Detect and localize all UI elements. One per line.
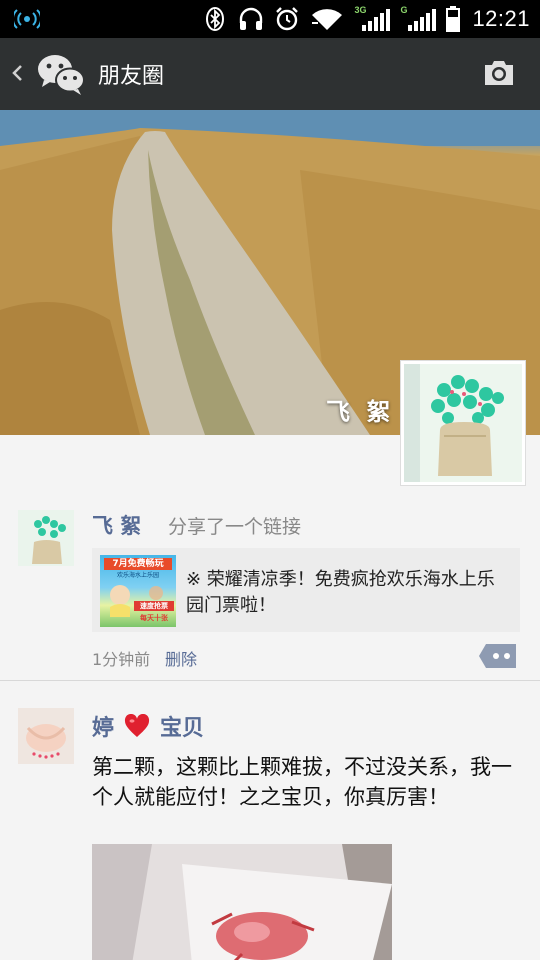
wechat-logo-icon[interactable] bbox=[36, 52, 86, 96]
sim1-signal-icon: 3G bbox=[354, 5, 391, 33]
post-time: 1分钟前 bbox=[92, 650, 151, 669]
clock: 12:21 bbox=[472, 6, 530, 31]
comment-icon bbox=[479, 644, 516, 668]
link-title: ※ 荣耀清凉季！免费疯抢欢乐海水上乐园门票啦！ bbox=[186, 569, 495, 616]
page-title: 朋友圈 bbox=[98, 64, 165, 89]
title-bar: 朋友圈 bbox=[0, 38, 540, 110]
post-photo[interactable] bbox=[92, 844, 392, 960]
post-action-text: 分享了一个链接 bbox=[168, 516, 302, 538]
battery-icon bbox=[446, 6, 461, 32]
back-chevron-icon[interactable] bbox=[10, 58, 26, 88]
post-author-name[interactable]: 飞 絮 bbox=[92, 510, 141, 540]
heart-icon bbox=[125, 714, 150, 737]
link-thumbnail: 7月免费畅玩 欢乐海水上乐园 速度抢票 每天十张 bbox=[100, 555, 176, 627]
post-text: 第二颗，这颗比上颗难拔，不过没关系，我一个人就能应付！之之宝贝，你真厉害！ bbox=[92, 755, 512, 809]
post-author-avatar[interactable] bbox=[18, 708, 74, 764]
bluetooth-icon bbox=[202, 6, 228, 32]
alarm-icon bbox=[274, 6, 300, 32]
wifi-signal-icon bbox=[310, 6, 344, 32]
comment-button[interactable] bbox=[478, 642, 518, 670]
headphones-icon bbox=[238, 6, 264, 32]
wifi-hotspot-icon bbox=[11, 8, 43, 30]
post-author-avatar[interactable] bbox=[18, 510, 74, 566]
cover-user-name: 飞 絮 bbox=[326, 398, 395, 426]
profile-avatar[interactable] bbox=[400, 360, 526, 486]
status-bar: 3G G 12:21 bbox=[0, 0, 540, 38]
post-author-name[interactable]: 婷 宝贝 bbox=[92, 710, 204, 742]
shared-link-card[interactable]: 7月免费畅玩 欢乐海水上乐园 速度抢票 每天十张 ※ 荣耀清凉季！免费疯抢欢乐海… bbox=[92, 548, 520, 632]
camera-icon[interactable] bbox=[482, 58, 516, 88]
moment-post-1: 飞 絮 分享了一个链接 7月免费畅玩 欢乐海水上乐园 速度抢票 每天十张 ※ 荣… bbox=[0, 500, 540, 681]
moment-post-2: 婷 宝贝 第二颗，这颗比上颗难拔，不过没关系，我一个人就能应付！之之宝贝，你真厉… bbox=[0, 682, 540, 960]
delete-link[interactable]: 删除 bbox=[165, 646, 197, 670]
sim2-signal-icon: G bbox=[400, 5, 437, 33]
